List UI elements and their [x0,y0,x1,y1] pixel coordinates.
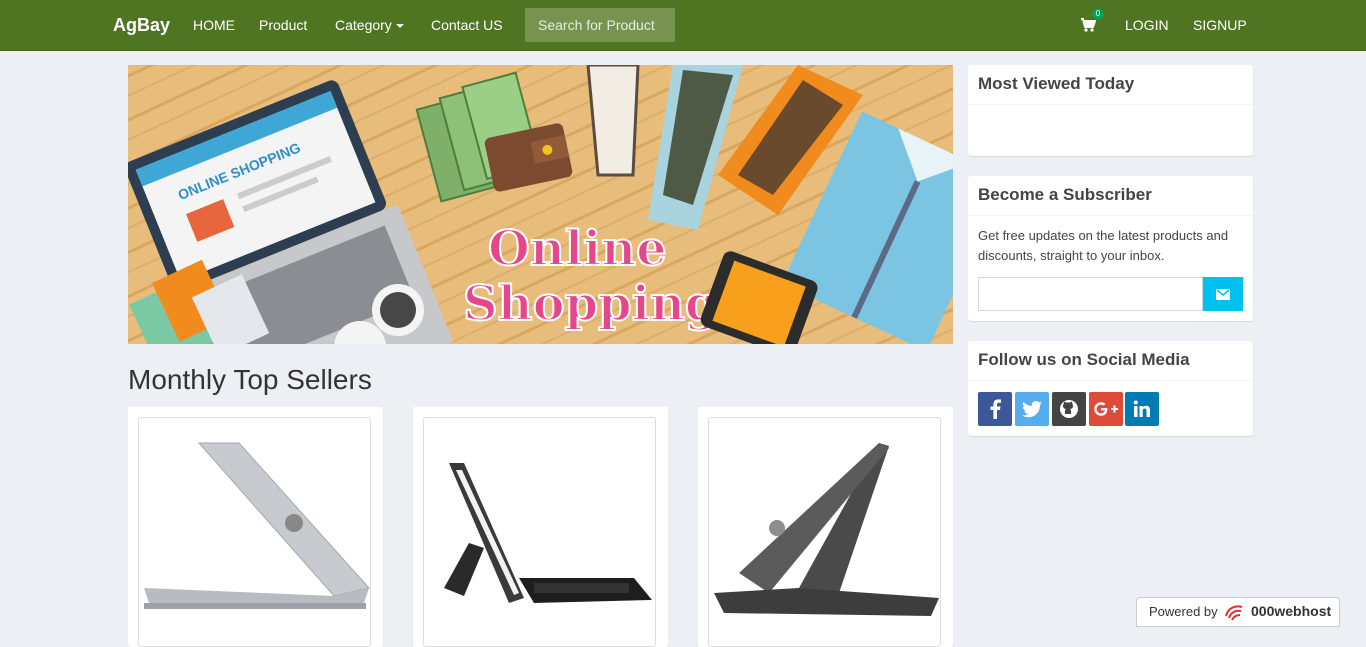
product-image-tablet-keyboard[interactable] [423,417,656,647]
nav-link-contact[interactable]: Contact US [431,17,503,33]
cart-icon[interactable] [1080,17,1098,35]
box-header: Most Viewed Today [968,65,1253,105]
subscriber-text: Get free updates on the latest products … [978,228,1229,263]
most-viewed-title: Most Viewed Today [978,74,1135,93]
nav-link-signup[interactable]: SIGNUP [1193,17,1247,33]
banner-headline-line1: Online [488,221,667,277]
facebook-button[interactable] [978,392,1012,426]
brand-logo[interactable]: AgBay [113,15,170,36]
cart-count-badge: 0 [1092,9,1104,19]
nav-dropdown-category[interactable]: Category [335,17,404,33]
envelope-icon [1216,288,1230,300]
host-name: 000webhost [1251,603,1332,619]
google-plus-button[interactable] [1089,392,1123,426]
host-logo-icon [1225,605,1243,621]
product-card[interactable] [128,407,383,647]
nav-link-login[interactable]: LOGIN [1125,17,1169,33]
most-viewed-box: Most Viewed Today [968,65,1253,156]
nav-link-home[interactable]: HOME [193,17,235,33]
product-card[interactable] [698,407,953,647]
facebook-icon [990,399,1001,419]
top-navbar: AgBay HOME Product Category Contact US 0… [0,0,1366,51]
product-image-laptop-dark[interactable] [708,417,941,647]
powered-by-label: Powered by [1149,604,1218,619]
google-plus-icon [1094,402,1118,416]
github-icon [1060,400,1078,418]
hero-banner-image: ONLINE SHOPPING Online Shopping [128,65,953,344]
box-header: Become a Subscriber [968,176,1253,216]
twitter-button[interactable] [1015,392,1049,426]
search-input[interactable] [525,8,675,42]
powered-by-badge[interactable]: Powered by 000webhost [1136,597,1340,627]
subscribe-button[interactable] [1203,277,1243,311]
product-card[interactable] [413,407,668,647]
subscriber-box: Become a Subscriber Get free updates on … [968,176,1253,321]
twitter-icon [1022,400,1042,417]
section-title-top-sellers: Monthly Top Sellers [128,364,372,395]
social-title: Follow us on Social Media [978,350,1190,369]
box-header: Follow us on Social Media [968,341,1253,381]
social-media-box: Follow us on Social Media [968,341,1253,436]
nav-link-product[interactable]: Product [259,17,307,33]
github-button[interactable] [1052,392,1086,426]
subscriber-title: Become a Subscriber [978,185,1152,204]
linkedin-button[interactable] [1125,392,1159,426]
email-field[interactable] [978,277,1203,311]
linkedin-icon [1133,400,1150,417]
nav-category-label: Category [335,17,392,33]
banner-headline-line2: Shopping [463,276,718,332]
caret-down-icon [395,24,404,29]
product-image-laptop-silver[interactable] [138,417,371,647]
